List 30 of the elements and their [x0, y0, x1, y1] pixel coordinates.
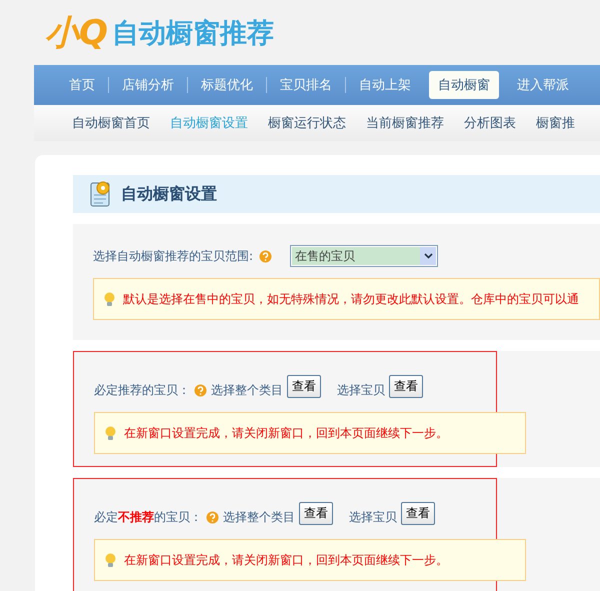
page-title: 自动橱窗设置 — [121, 184, 217, 204]
category-label: 选择整个类目 — [223, 508, 295, 526]
help-icon[interactable] — [259, 250, 272, 262]
view-button[interactable]: 查看 — [299, 502, 333, 524]
section-label: 必定推荐的宝贝： — [94, 382, 190, 398]
logo-mark: 小Q — [45, 12, 108, 54]
logo-title: 自动橱窗推荐 — [112, 16, 274, 50]
sub-nav-link[interactable]: 橱窗运行状态 — [268, 114, 346, 132]
view-button[interactable]: 查看 — [287, 374, 321, 398]
lightbulb-icon — [104, 292, 115, 306]
range-select[interactable]: 在售的宝贝 — [290, 245, 438, 267]
sub-nav-link[interactable]: 当前橱窗推荐 — [366, 114, 444, 132]
sub-nav-link[interactable]: 自动橱窗首页 — [72, 114, 150, 132]
help-icon[interactable] — [194, 384, 207, 396]
tip-text: 在新窗口设置完成，请关闭新窗口，回到本页面继续下一步。 — [124, 424, 448, 442]
nav-tab[interactable]: 自动橱窗 — [429, 71, 499, 99]
item-label: 选择宝贝 — [349, 508, 397, 526]
section-label: 必定不推荐的宝贝： — [94, 508, 202, 526]
tip-text: 默认是选择在售中的宝贝，如无特殊情况，请勿更改此默认设置。仓库中的宝贝可以通 — [123, 290, 579, 308]
view-button[interactable]: 查看 — [401, 502, 435, 524]
view-button[interactable]: 查看 — [389, 374, 423, 398]
tip-text: 在新窗口设置完成，请关闭新窗口，回到本页面继续下一步。 — [124, 552, 448, 568]
lightbulb-icon — [105, 552, 116, 568]
help-icon[interactable] — [206, 510, 219, 524]
sub-nav-link[interactable]: 橱窗推 — [536, 114, 575, 132]
sub-nav-link[interactable]: 分析图表 — [464, 114, 516, 132]
lightbulb-icon — [105, 426, 116, 440]
item-label: 选择宝贝 — [337, 382, 385, 398]
range-label: 选择自动橱窗推荐的宝贝范围: — [93, 248, 254, 264]
category-label: 选择整个类目 — [211, 382, 283, 398]
